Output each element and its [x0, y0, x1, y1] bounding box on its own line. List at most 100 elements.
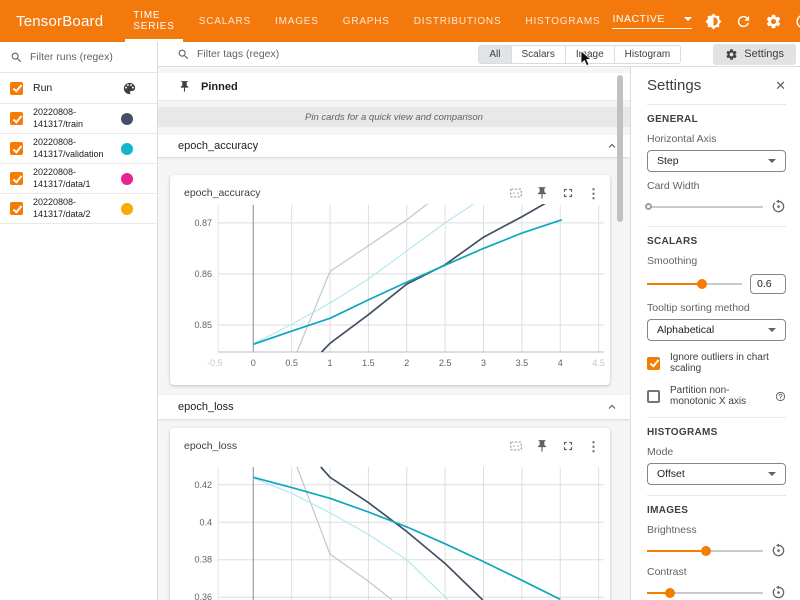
help-icon[interactable]: [795, 13, 800, 30]
slider-thumb[interactable]: [697, 279, 707, 289]
vertical-scrollbar-thumb[interactable]: [617, 75, 623, 222]
fit-domain-icon[interactable]: [509, 439, 523, 453]
refresh-icon[interactable]: [735, 13, 752, 30]
svg-text:2: 2: [404, 358, 409, 368]
run-list-item[interactable]: 20220808-141317/validation: [0, 134, 157, 164]
epoch-loss-chart[interactable]: 0.360.380.40.4200.511.522.533.54: [170, 456, 610, 600]
ignore-outliers-row[interactable]: Ignore outliers in chart scaling: [647, 352, 786, 374]
run-list-item[interactable]: 20220808-141317/train: [0, 104, 157, 134]
brightness-toggle-icon[interactable]: [705, 13, 722, 30]
svg-text:-0.5: -0.5: [207, 358, 223, 368]
svg-text:0.85: 0.85: [194, 320, 212, 330]
fullscreen-icon[interactable]: [561, 439, 575, 453]
svg-text:0.86: 0.86: [194, 269, 212, 279]
run-checkbox[interactable]: [10, 172, 23, 185]
top-nav-tabs: TIME SERIES SCALARS IMAGES GRAPHS DISTRI…: [121, 0, 612, 42]
smoothing-slider[interactable]: [647, 277, 742, 291]
slider-thumb[interactable]: [665, 588, 675, 598]
tab-scalars[interactable]: SCALARS: [187, 0, 263, 42]
svg-text:2.5: 2.5: [439, 358, 452, 368]
select-all-runs-checkbox[interactable]: [10, 82, 23, 95]
reset-icon[interactable]: [771, 585, 786, 600]
tag-group-epoch-loss[interactable]: epoch_loss: [158, 395, 630, 419]
slider-fill: [647, 283, 702, 285]
reset-icon[interactable]: [771, 199, 786, 214]
svg-text:0.38: 0.38: [194, 555, 212, 565]
run-list-header: Run: [0, 73, 157, 104]
filter-image-button[interactable]: Image: [565, 46, 614, 63]
settings-section-histograms: HISTOGRAMS Mode Offset: [647, 417, 786, 495]
section-title: HISTOGRAMS: [647, 427, 786, 438]
slider-thumb[interactable]: [645, 203, 652, 210]
more-options-icon[interactable]: ⋮: [587, 187, 600, 200]
settings-panel: Settings ✕ GENERAL Horizontal Axis Step …: [630, 67, 800, 600]
svg-text:0.5: 0.5: [285, 358, 298, 368]
settings-gear-icon[interactable]: [765, 13, 782, 30]
runs-filter-input[interactable]: [30, 51, 147, 63]
tab-images[interactable]: IMAGES: [263, 0, 331, 42]
run-list-item[interactable]: 20220808-141317/data/1: [0, 164, 157, 194]
ignore-outliers-checkbox[interactable]: [647, 357, 660, 370]
tab-histograms[interactable]: HISTOGRAMS: [513, 0, 612, 42]
slider-thumb[interactable]: [701, 546, 711, 556]
tab-time-series[interactable]: TIME SERIES: [121, 0, 186, 42]
card-width-slider[interactable]: [647, 200, 763, 214]
tag-group-epoch-accuracy[interactable]: epoch_accuracy: [158, 135, 630, 157]
series-validation-raw: [253, 478, 448, 600]
pin-card-icon[interactable]: [535, 439, 549, 453]
palette-icon[interactable]: [122, 81, 147, 96]
partition-x-axis-checkbox[interactable]: [647, 390, 660, 403]
horizontal-axis-value: Step: [657, 155, 679, 167]
slider-track[interactable]: [647, 206, 763, 208]
settings-section-general: GENERAL Horizontal Axis Step Card Width: [647, 104, 786, 226]
pin-card-icon[interactable]: [535, 186, 549, 200]
app-header: TensorBoard TIME SERIES SCALARS IMAGES G…: [0, 0, 800, 42]
chevron-up-icon[interactable]: [606, 401, 618, 413]
slider-fill: [647, 550, 706, 552]
tooltip-sorting-select[interactable]: Alphabetical: [647, 319, 786, 341]
filter-histogram-button[interactable]: Histogram: [614, 46, 681, 63]
tab-graphs[interactable]: GRAPHS: [331, 0, 402, 42]
epoch-accuracy-chart[interactable]: 0.850.860.87-0.500.511.522.533.544.5: [170, 203, 610, 375]
fullscreen-icon[interactable]: [561, 186, 575, 200]
smoothing-input[interactable]: [750, 274, 786, 294]
tab-distributions[interactable]: DISTRIBUTIONS: [402, 0, 514, 42]
contrast-label: Contrast: [647, 566, 786, 578]
search-icon: [10, 51, 23, 64]
run-checkbox[interactable]: [10, 202, 23, 215]
contrast-slider[interactable]: [647, 586, 763, 600]
chevron-down-icon: [768, 472, 776, 476]
svg-text:1: 1: [328, 358, 333, 368]
help-icon[interactable]: [775, 391, 786, 402]
run-name: 20220808-141317/validation: [33, 137, 121, 160]
svg-text:0.87: 0.87: [194, 218, 212, 228]
run-checkbox[interactable]: [10, 142, 23, 155]
histogram-mode-value: Offset: [657, 468, 685, 480]
series-validation-smoothed: [253, 220, 562, 344]
tensorboard-logo: TensorBoard: [16, 13, 103, 30]
filter-scalars-button[interactable]: Scalars: [511, 46, 565, 63]
histogram-mode-select[interactable]: Offset: [647, 463, 786, 485]
tags-toolbar: All Scalars Image Histogram Settings: [158, 42, 800, 67]
chevron-down-icon: [768, 159, 776, 163]
tag-group-title: epoch_loss: [178, 401, 234, 413]
brightness-slider[interactable]: [647, 544, 763, 558]
histogram-mode-label: Mode: [647, 446, 786, 458]
filter-all-button[interactable]: All: [479, 46, 510, 63]
run-color-dot: [121, 113, 133, 125]
settings-button[interactable]: Settings: [713, 44, 796, 65]
partition-x-axis-row[interactable]: Partition non-monotonic X axis: [647, 385, 786, 407]
tags-filter-input[interactable]: [197, 48, 471, 60]
reload-status-dropdown[interactable]: INACTIVE: [612, 13, 692, 29]
runs-filter[interactable]: [0, 42, 157, 73]
horizontal-axis-select[interactable]: Step: [647, 150, 786, 172]
reset-icon[interactable]: [771, 543, 786, 558]
fit-domain-icon[interactable]: [509, 186, 523, 200]
brightness-label: Brightness: [647, 524, 786, 536]
more-options-icon[interactable]: ⋮: [587, 440, 600, 453]
run-checkbox[interactable]: [10, 112, 23, 125]
close-icon[interactable]: ✕: [775, 78, 786, 94]
settings-section-scalars: SCALARS Smoothing Tooltip sorting method…: [647, 226, 786, 417]
run-list-item[interactable]: 20220808-141317/data/2: [0, 194, 157, 224]
tensorboard-app: TensorBoard TIME SERIES SCALARS IMAGES G…: [0, 0, 800, 600]
